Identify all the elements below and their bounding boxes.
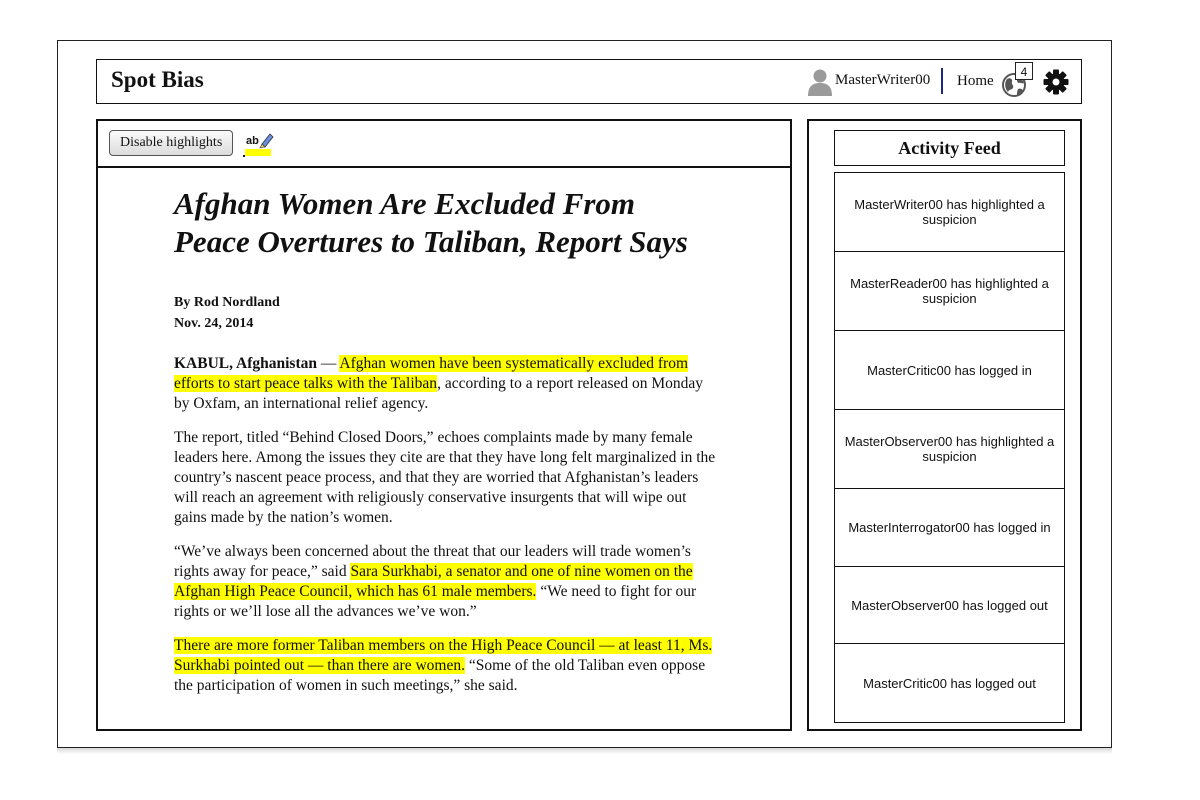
article-paragraph: “We’ve always been concerned about the t… xyxy=(174,542,719,622)
feed-item[interactable]: MasterCritic00 has logged in xyxy=(835,331,1064,410)
svg-text:ab: ab xyxy=(246,135,259,147)
user-avatar-icon[interactable] xyxy=(807,68,833,96)
home-link[interactable]: Home xyxy=(957,73,994,90)
article-panel: Disable highlights ab Afghan Women Are E… xyxy=(96,119,792,731)
activity-feed-list[interactable]: MasterWriter00 has highlighted a suspici… xyxy=(834,172,1065,723)
feed-item[interactable]: MasterCritic00 has logged out xyxy=(835,644,1064,722)
article-paragraph: There are more former Taliban members on… xyxy=(174,636,719,696)
window-shadow xyxy=(57,748,1112,754)
highlighter-pen-icon[interactable]: ab xyxy=(240,129,274,157)
feed-item[interactable]: MasterWriter00 has highlighted a suspici… xyxy=(835,173,1064,252)
feed-item[interactable]: MasterObserver00 has logged out xyxy=(835,567,1064,644)
article-title-line-2: Peace Overtures to Taliban, Report Says xyxy=(174,224,688,259)
feed-item[interactable]: MasterObserver00 has highlighted a suspi… xyxy=(835,410,1064,489)
dateline-dash: — xyxy=(316,355,340,372)
feed-item[interactable]: MasterReader00 has highlighted a suspici… xyxy=(835,252,1064,331)
article-dateline: KABUL, Afghanistan xyxy=(174,355,317,372)
disable-highlights-button[interactable]: Disable highlights xyxy=(109,130,234,156)
username-label[interactable]: MasterWriter00 xyxy=(835,72,930,89)
article-byline: By Rod Nordland Nov. 24, 2014 xyxy=(174,292,719,334)
activity-feed-panel: Activity Feed MasterWriter00 has highlig… xyxy=(807,119,1082,731)
article-title-line-1: Afghan Women Are Excluded From xyxy=(174,186,636,221)
gear-icon[interactable] xyxy=(1043,69,1069,95)
notifications-button[interactable]: 4 xyxy=(1001,62,1033,98)
article-toolbar: Disable highlights ab xyxy=(98,121,790,168)
feed-item[interactable]: MasterInterrogator00 has logged in xyxy=(835,489,1064,567)
article-title: Afghan Women Are Excluded From Peace Ove… xyxy=(174,185,719,261)
notification-count-badge: 4 xyxy=(1015,62,1033,80)
header-bar: Spot Bias MasterWriter00 Home 4 xyxy=(96,59,1082,104)
article-body: Afghan Women Are Excluded From Peace Ove… xyxy=(174,185,719,696)
app-logo[interactable]: Spot Bias xyxy=(111,67,204,93)
article-author: By Rod Nordland xyxy=(174,295,280,310)
header-divider xyxy=(941,68,943,94)
article-date: Nov. 24, 2014 xyxy=(174,316,254,331)
activity-feed-title: Activity Feed xyxy=(834,130,1065,166)
article-paragraph: The report, titled “Behind Closed Doors,… xyxy=(174,429,716,526)
article-paragraph: KABUL, Afghanistan — Afghan women have b… xyxy=(174,354,719,414)
